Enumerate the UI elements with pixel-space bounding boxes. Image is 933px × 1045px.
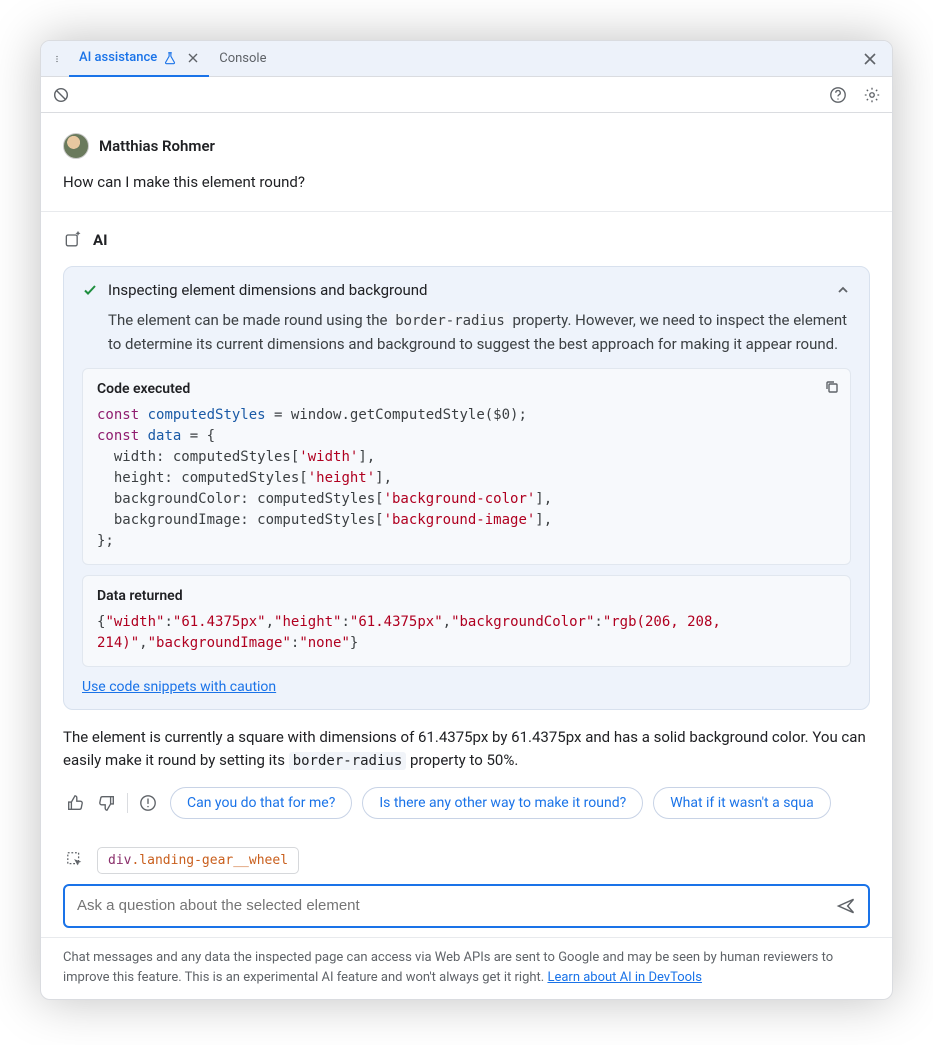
chat-content: Matthias Rohmer How can I make this elem… xyxy=(41,113,892,937)
thumbs-up-icon[interactable] xyxy=(63,791,87,815)
tab-console[interactable]: Console xyxy=(209,41,276,77)
data-returned: Data returned {"width":"61.4375px","heig… xyxy=(82,575,851,667)
ai-sparkle-icon xyxy=(63,230,83,250)
experiment-icon xyxy=(163,51,177,65)
copy-icon[interactable] xyxy=(824,379,840,395)
divider xyxy=(41,211,892,212)
suggestion-chip[interactable]: What if it wasn't a squa xyxy=(653,787,831,819)
toolbar xyxy=(41,77,892,113)
reasoning-step: Inspecting element dimensions and backgr… xyxy=(63,266,870,710)
code-executed: Code executed const computedStyles = win… xyxy=(82,368,851,565)
avatar xyxy=(63,133,89,159)
selected-element-row: div.landing-gear__wheel xyxy=(63,847,870,874)
disclaimer: Chat messages and any data the inspected… xyxy=(41,937,892,999)
suggestion-chip[interactable]: Can you do that for me? xyxy=(170,787,352,819)
inline-code: border-radius xyxy=(391,312,509,330)
learn-link[interactable]: Learn about AI in DevTools xyxy=(547,970,701,985)
select-element-icon[interactable] xyxy=(63,848,87,872)
step-body: The element can be made round using the … xyxy=(108,309,851,356)
user-header: Matthias Rohmer xyxy=(63,133,870,159)
tab-label: AI assistance xyxy=(79,50,157,65)
code-block-title: Data returned xyxy=(97,588,836,604)
step-title: Inspecting element dimensions and backgr… xyxy=(108,281,825,299)
ai-summary: The element is currently a square with d… xyxy=(63,726,870,773)
feedback-row: Can you do that for me? Is there any oth… xyxy=(63,787,870,819)
inline-code: border-radius xyxy=(289,752,407,770)
tab-bar: AI assistance Console xyxy=(41,41,892,77)
tab-label: Console xyxy=(219,51,266,66)
element-chip[interactable]: div.landing-gear__wheel xyxy=(97,847,299,874)
collapse-icon[interactable] xyxy=(835,282,851,298)
suggestion-chip[interactable]: Is there any other way to make it round? xyxy=(362,787,643,819)
data-content: {"width":"61.4375px","height":"61.4375px… xyxy=(97,612,836,654)
ai-label: AI xyxy=(93,231,107,249)
user-name: Matthias Rohmer xyxy=(99,137,215,155)
check-icon xyxy=(82,282,98,298)
code-content: const computedStyles = window.getCompute… xyxy=(97,405,836,552)
ai-header: AI xyxy=(63,230,870,250)
caution-link[interactable]: Use code snippets with caution xyxy=(82,679,276,695)
close-tab-icon[interactable] xyxy=(187,52,199,64)
code-block-title: Code executed xyxy=(97,381,836,397)
ai-assistance-panel: AI assistance Console xyxy=(40,40,893,1000)
question-input-row xyxy=(63,884,870,928)
report-icon[interactable] xyxy=(136,791,160,815)
tab-ai-assistance[interactable]: AI assistance xyxy=(69,41,209,77)
user-question: How can I make this element round? xyxy=(63,173,870,191)
close-panel-icon[interactable] xyxy=(852,47,888,71)
more-menu-icon[interactable] xyxy=(45,47,69,71)
divider xyxy=(127,793,128,813)
send-icon[interactable] xyxy=(836,896,856,916)
help-icon[interactable] xyxy=(826,83,850,107)
gear-icon[interactable] xyxy=(860,83,884,107)
question-input[interactable] xyxy=(77,897,826,914)
suggestion-chips: Can you do that for me? Is there any oth… xyxy=(170,787,870,819)
thumbs-down-icon[interactable] xyxy=(95,791,119,815)
block-icon[interactable] xyxy=(49,83,73,107)
